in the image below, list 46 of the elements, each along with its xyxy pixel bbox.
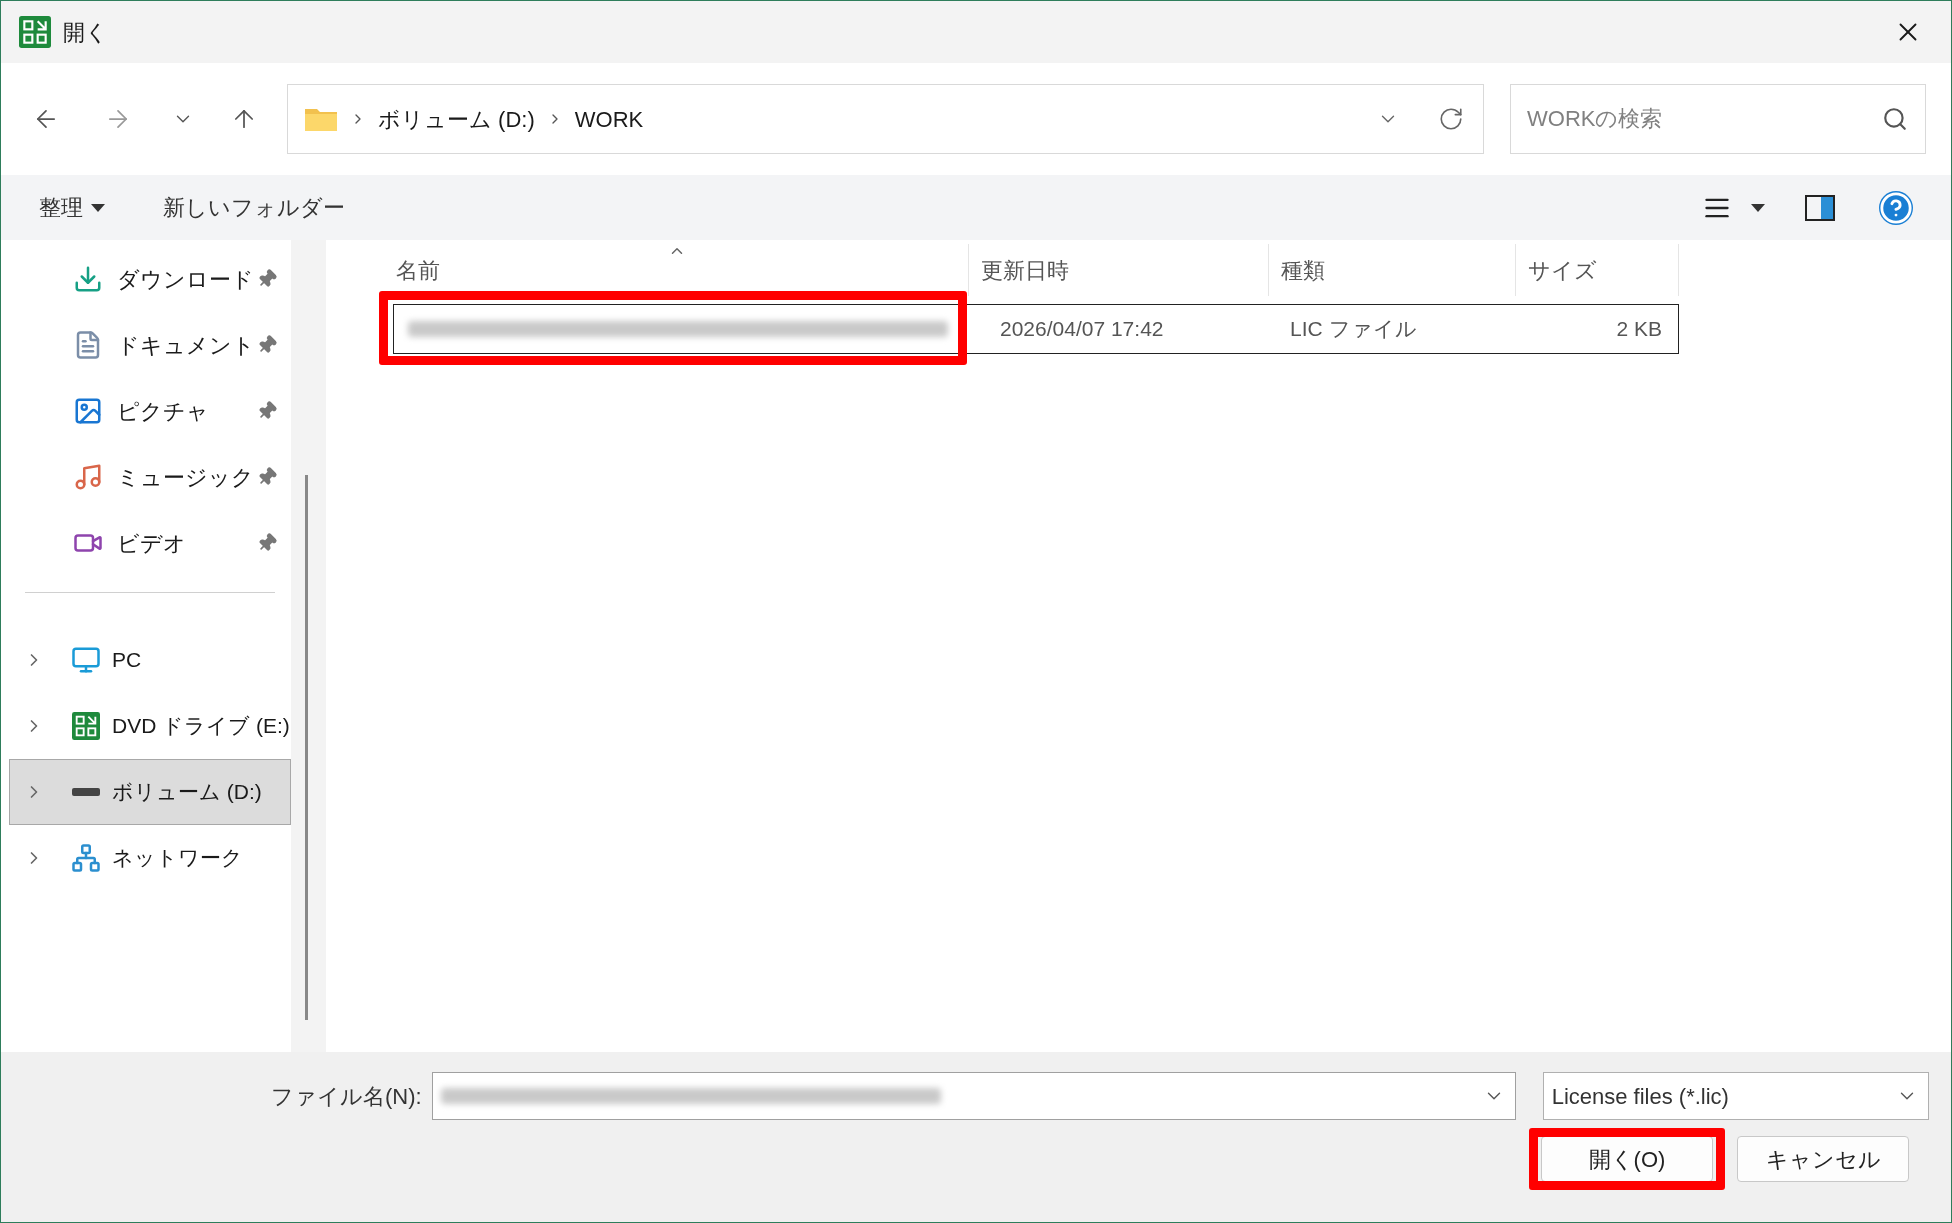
address-bar[interactable]: ボリューム (D:) WORK [287, 84, 1484, 154]
column-header[interactable]: サイズ [1516, 244, 1679, 296]
sidebar-item[interactable]: DVD ドライブ (E:) [9, 693, 291, 759]
download-icon [73, 264, 103, 294]
music-note-icon [73, 462, 103, 492]
search-icon [1882, 106, 1908, 132]
organize-menu-button[interactable]: 整理 [39, 191, 105, 224]
monitor-icon [71, 645, 101, 675]
new-folder-button[interactable]: 新しいフォルダー [163, 191, 345, 224]
open-button[interactable]: 開く(O) [1541, 1136, 1713, 1182]
help-button[interactable] [1879, 190, 1913, 225]
preview-pane-button[interactable] [1805, 194, 1835, 221]
disc-drive-icon [72, 712, 100, 740]
breadcrumb-item[interactable]: WORK [574, 102, 644, 136]
cancel-button[interactable]: キャンセル [1737, 1136, 1909, 1182]
search-field[interactable]: WORKの検索 [1510, 84, 1926, 154]
network-icon [71, 843, 101, 873]
file-name-field[interactable] [431, 1072, 1516, 1120]
sidebar-item[interactable]: PC [9, 627, 291, 693]
column-header[interactable]: 名前 [361, 244, 969, 296]
file-type-dropdown[interactable]: License files (*.lic) [1542, 1072, 1929, 1120]
help-icon [1879, 190, 1913, 225]
window-title: 開く [63, 18, 108, 47]
sidebar-item[interactable]: ダウンロード [9, 246, 291, 312]
breadcrumb-item[interactable]: ボリューム (D:) [378, 102, 535, 136]
sidebar-item[interactable]: ミュージック [9, 444, 291, 510]
dropdown-triangle-icon [91, 203, 105, 212]
sidebar-item[interactable]: ボリューム (D:) [9, 759, 291, 825]
picture-icon [73, 396, 103, 426]
app-icon [19, 16, 51, 48]
table-cell-text: 2 KB [1615, 316, 1663, 343]
sidebar-item[interactable]: ビデオ [9, 510, 291, 576]
file-name-label: ファイル名(N): [271, 1082, 422, 1111]
folder-icon [304, 106, 338, 132]
table-cell-text: 2026/04/07 17:42 [1000, 316, 1165, 343]
column-header[interactable]: 更新日時 [969, 244, 1269, 296]
dropdown-triangle-icon [1751, 203, 1765, 212]
drive-icon [72, 788, 100, 796]
column-header[interactable]: 種類 [1269, 244, 1516, 296]
sidebar-item[interactable]: ネットワーク [9, 825, 291, 891]
pane-icon [1821, 196, 1833, 219]
sidebar-item[interactable]: ピクチャ [9, 378, 291, 444]
sidebar-item[interactable]: ドキュメント [9, 312, 291, 378]
refresh-icon [1438, 106, 1464, 132]
file-row[interactable]: 2026/04/07 17:42 LIC ファイル 2 KB [393, 304, 1679, 354]
table-cell-text: LIC ファイル [1290, 316, 1418, 343]
